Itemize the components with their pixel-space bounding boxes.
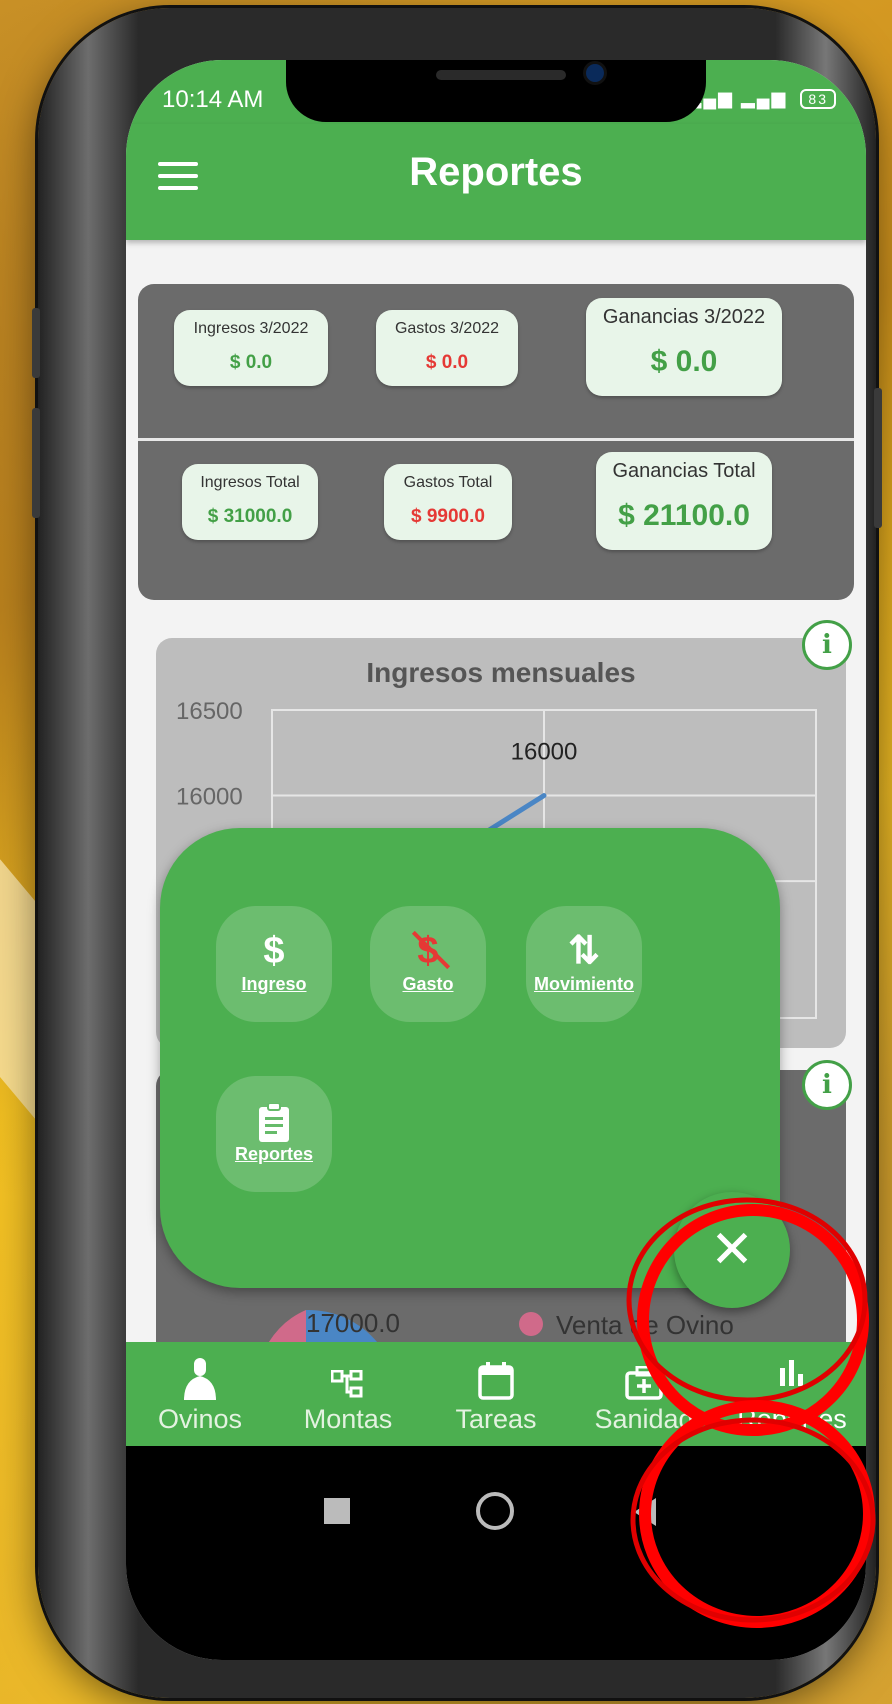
- expense-total-label: Gastos Total: [403, 474, 493, 491]
- profit-month-value: $ 0.0: [650, 345, 718, 378]
- movimiento-action-label: Movimiento: [533, 974, 634, 994]
- gasto-action-label: Gasto: [402, 974, 454, 994]
- camera-notch: [286, 60, 706, 122]
- profit-total-label: Ganancias Total: [612, 460, 756, 482]
- recent-apps-icon[interactable]: [324, 1498, 350, 1524]
- phone-volume-button: [32, 308, 40, 378]
- nav-sanidad[interactable]: Sanidad: [570, 1342, 718, 1446]
- expense-total-value: $ 9900.0: [411, 506, 485, 527]
- nav-montas[interactable]: Montas: [274, 1342, 422, 1446]
- page-title: Reportes: [409, 150, 583, 194]
- pie-legend-label: Venta de Ovino: [556, 1310, 734, 1340]
- calendar-icon: [422, 1354, 570, 1400]
- expense-total-card: Gastos Total $ 9900.0: [384, 464, 512, 540]
- y-tick-label: 16500: [176, 698, 243, 725]
- income-total-card: Ingresos Total $ 31000.0: [182, 464, 318, 540]
- profit-month-card: Ganancias 3/2022 $ 0.0: [586, 298, 782, 396]
- expense-month-value: $ 0.0: [425, 352, 469, 373]
- profit-month-label: Ganancias 3/2022: [602, 306, 766, 328]
- ingreso-action-button[interactable]: $ Ingreso: [216, 906, 332, 1022]
- front-camera: [586, 64, 604, 82]
- reportes-action-label: Reportes: [234, 1144, 314, 1164]
- sheep-icon: [126, 1354, 274, 1400]
- panel-divider: [138, 438, 854, 441]
- chart-info-icon[interactable]: i: [802, 620, 852, 670]
- dollar-icon: $: [263, 930, 285, 972]
- earpiece-speaker: [436, 70, 566, 80]
- income-month-card: Ingresos 3/2022 $ 0.0: [174, 310, 328, 386]
- profit-total-card: Ganancias Total $ 21100.0: [596, 452, 772, 550]
- status-time: 10:14 AM: [162, 86, 264, 113]
- nav-label: Tareas: [455, 1404, 537, 1434]
- income-month-value: $ 0.0: [229, 352, 273, 373]
- phone-screen: 10:14 AM 4G ▂▄▆ ▂▄▆ 83 Reportes Ingresos…: [126, 60, 866, 1660]
- nav-label: Reportes: [737, 1404, 847, 1434]
- nav-label: Montas: [303, 1404, 393, 1434]
- nav-label: Sanidad: [594, 1404, 694, 1434]
- nav-tareas[interactable]: Tareas: [422, 1342, 570, 1446]
- medkit-icon: [570, 1354, 718, 1400]
- system-navigation-bar: [126, 1446, 866, 1660]
- home-icon[interactable]: [476, 1492, 514, 1530]
- bottom-navigation: Ovinos Montas Tareas Sanidad Reportes: [126, 1342, 866, 1446]
- chart-title: Ingresos mensuales: [366, 657, 635, 688]
- pie-info-icon[interactable]: i: [802, 1060, 852, 1110]
- battery-icon: 83: [800, 89, 836, 109]
- expense-month-card: Gastos 3/2022 $ 0.0: [376, 310, 518, 386]
- ingreso-action-label: Ingreso: [241, 974, 307, 994]
- phone-frame: 10:14 AM 4G ▂▄▆ ▂▄▆ 83 Reportes Ingresos…: [32, 8, 882, 1698]
- phone-volume-button: [32, 408, 40, 518]
- data-label: 16000: [511, 739, 578, 766]
- income-total-label: Ingresos Total: [200, 474, 300, 491]
- close-icon: ✕: [710, 1221, 754, 1279]
- dollar-off-icon: $: [370, 928, 486, 974]
- phone-power-button: [874, 388, 882, 528]
- nav-ovinos[interactable]: Ovinos: [126, 1342, 274, 1446]
- nav-label: Ovinos: [157, 1404, 243, 1434]
- battery-level: 83: [808, 91, 828, 107]
- y-tick-label: 16000: [176, 784, 243, 811]
- nav-reportes[interactable]: Reportes: [718, 1342, 866, 1446]
- back-icon[interactable]: [634, 1498, 656, 1526]
- summary-panel: Ingresos 3/2022 $ 0.0 Gastos 3/2022 $ 0.…: [138, 284, 854, 600]
- pie-value-label: 17000.0: [306, 1308, 400, 1338]
- expense-month-label: Gastos 3/2022: [394, 320, 500, 337]
- gasto-action-button[interactable]: $ Gasto: [370, 906, 486, 1022]
- swap-icon: ⇅: [568, 930, 600, 972]
- movimiento-action-button[interactable]: ⇅ Movimiento: [526, 906, 642, 1022]
- reportes-action-button[interactable]: Reportes: [216, 1076, 332, 1192]
- profit-total-value: $ 21100.0: [618, 499, 750, 532]
- income-month-label: Ingresos 3/2022: [193, 320, 309, 337]
- income-total-value: $ 31000.0: [207, 506, 293, 527]
- signal-icon: ▂▄▆: [740, 88, 788, 108]
- hierarchy-icon: [274, 1354, 422, 1400]
- bar-chart-icon: [718, 1354, 866, 1400]
- legend-swatch: [519, 1312, 543, 1336]
- app-bar: Reportes: [126, 124, 866, 240]
- clipboard-icon: [216, 1098, 332, 1144]
- close-fab-button[interactable]: ✕: [674, 1192, 790, 1308]
